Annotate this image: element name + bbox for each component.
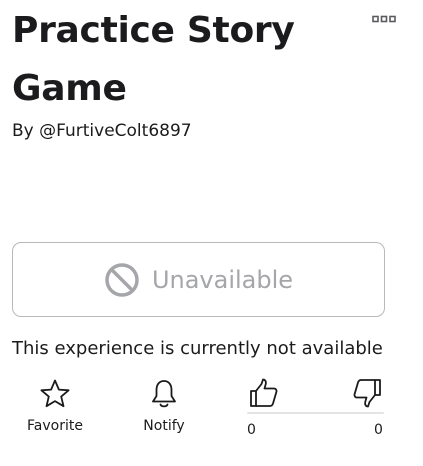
favorite-label: Favorite: [27, 418, 83, 434]
byline-prefix: By: [12, 121, 34, 141]
bell-icon: [152, 380, 176, 408]
downvote-count: 0: [374, 422, 383, 438]
more-options-icon: [372, 15, 396, 23]
more-options-button[interactable]: [370, 9, 398, 29]
unavailable-icon: [105, 262, 139, 297]
experience-title: Practice Story Game: [12, 10, 295, 109]
notify-button[interactable]: Notify: [131, 377, 197, 435]
creator-link[interactable]: @FurtiveColt6897: [39, 121, 191, 141]
thumbs-up-icon[interactable]: [247, 376, 281, 410]
favorite-button[interactable]: Favorite: [22, 377, 88, 435]
notify-label: Notify: [143, 418, 185, 434]
vote-ratio-bar: [247, 412, 384, 414]
star-icon: [40, 379, 70, 408]
play-button[interactable]: Unavailable: [12, 242, 385, 317]
upvote-count: 0: [247, 422, 256, 438]
availability-status: This experience is currently not availab…: [12, 338, 383, 359]
creator-byline: By @FurtiveColt6897: [12, 120, 192, 142]
play-button-label: Unavailable: [151, 265, 294, 294]
thumbs-down-icon[interactable]: [350, 376, 384, 410]
